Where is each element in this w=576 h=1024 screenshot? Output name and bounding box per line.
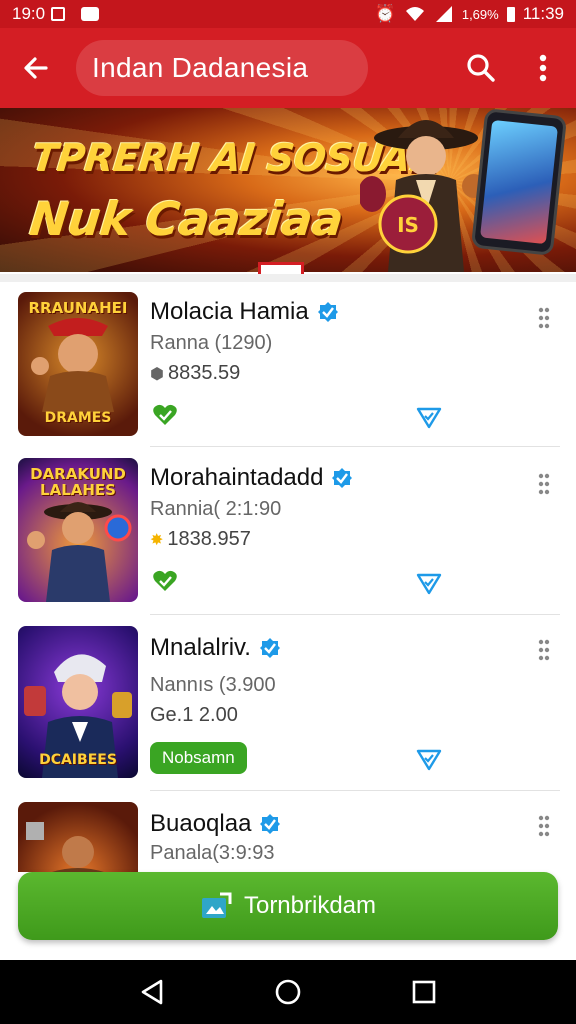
item-title: Buaoqlaa (150, 810, 252, 837)
item-title: Morahaintadadd (150, 464, 324, 491)
search-title-field[interactable]: Indan Dadanesia (76, 40, 368, 96)
item-subtitle: Rannia( 2:1:90 (150, 498, 282, 520)
protect-button[interactable] (414, 568, 444, 598)
app-notification-icon (81, 7, 100, 21)
more-vertical-icon (538, 639, 550, 661)
item-meta-value: 8835.59 (167, 362, 241, 384)
row-divider (150, 446, 560, 447)
status-bar: 19:0 ⏰ 1,69% 11:39 (0, 0, 576, 28)
item-meta-value: 1838.957 (167, 528, 251, 550)
more-vertical-icon (539, 54, 547, 82)
item-subtitle: Ranna (1290) (150, 332, 273, 354)
battery-percentage: 1,69% (461, 6, 499, 22)
system-navigation-bar (0, 960, 576, 1024)
item-meta-value: Ge.1 2.00 (150, 704, 238, 726)
cowboy-hero-illustration: IS (360, 120, 486, 272)
status-time-left: 19:0 (12, 4, 46, 23)
circle-home-icon (275, 979, 301, 1005)
thumbnail-title: DARAKUND LALAHES (30, 465, 126, 499)
more-vertical-icon (538, 815, 550, 837)
coin-icon: ✸ (150, 531, 164, 549)
item-subtitle: Nannıs (3.900 (150, 674, 276, 696)
item-title-row: Mnalalriv. (150, 634, 281, 662)
status-time-right: 11:39 (522, 4, 564, 23)
item-menu-button[interactable] (530, 468, 558, 500)
item-title-row: Molacia Hamia (150, 298, 339, 326)
banner-subheadline: Nuk Caaziaa (27, 192, 346, 246)
favorite-button[interactable] (150, 400, 180, 430)
row-divider (150, 614, 560, 615)
item-title-row: Buaoqlaa (150, 810, 281, 838)
game-thumbnail: DCAIBEES (18, 626, 138, 778)
thumbnail-title: RRAUNAHEI (28, 299, 128, 317)
thumbnail-subtitle: DCAIBEES (39, 752, 117, 768)
protect-button[interactable] (414, 402, 444, 432)
promo-banner[interactable]: TPRERH AI SOSUAN Nuk Caaziaa IS (0, 108, 576, 272)
verified-badge-icon (259, 638, 280, 658)
shield-icon (416, 749, 442, 771)
square-recents-icon (412, 980, 436, 1004)
protect-button[interactable] (414, 744, 444, 774)
search-icon (467, 54, 495, 82)
heart-check-icon (153, 404, 177, 425)
triangle-back-icon (141, 979, 163, 1005)
list-item[interactable]: DCAIBEES Mnalalriv. Nannıs (3.900 Ge.1 2… (0, 616, 576, 792)
game-thumbnail (18, 802, 138, 872)
item-menu-button[interactable] (530, 634, 558, 666)
status-chip[interactable]: Nobsamn (150, 742, 247, 774)
svg-text:IS: IS (397, 213, 419, 237)
alarm-icon: ⏰ (374, 4, 396, 23)
battery-icon (506, 6, 515, 22)
nav-recents-button[interactable] (394, 962, 454, 1022)
shield-icon (416, 407, 442, 429)
item-menu-button[interactable] (530, 810, 558, 842)
notification-icon (51, 7, 66, 21)
item-title-row: Morahaintadadd (150, 464, 353, 492)
shield-icon (416, 573, 442, 595)
heart-check-icon (153, 570, 177, 591)
primary-action-label: Tornbrikdam (243, 892, 377, 919)
back-button[interactable] (6, 38, 66, 98)
item-title: Mnalalriv. (150, 634, 251, 661)
download-image-icon (201, 892, 232, 918)
primary-action-button[interactable]: Tornbrikdam (18, 872, 558, 940)
item-meta: ⬢ 8835.59 (150, 362, 240, 385)
back-arrow-icon (24, 57, 48, 79)
section-divider (0, 274, 576, 282)
search-button[interactable] (456, 38, 506, 98)
more-vertical-icon (538, 473, 550, 495)
game-thumbnail: DARAKUND LALAHES (18, 458, 138, 602)
item-title: Molacia Hamia (150, 298, 309, 325)
nav-back-button[interactable] (122, 962, 182, 1022)
list-item[interactable]: RRAUNAHEI DRAMES Molacia Hamia Ranna (12… (0, 282, 576, 452)
tag-icon: ⬢ (150, 365, 164, 383)
banner-indicator (258, 262, 304, 274)
verified-badge-icon (332, 468, 353, 488)
overflow-menu-button[interactable] (520, 38, 566, 98)
favorite-button[interactable] (150, 566, 180, 596)
verified-badge-icon (260, 814, 281, 834)
page-title: Indan Dadanesia (92, 52, 309, 83)
row-divider (150, 790, 560, 791)
item-meta: ✸ 1838.957 (150, 528, 251, 551)
verified-badge-icon (317, 302, 338, 322)
thumbnail-subtitle: DRAMES (44, 410, 112, 426)
app-bar: Indan Dadanesia (0, 28, 576, 108)
item-subtitle: Panala(3:9:93 (150, 842, 275, 864)
nav-home-button[interactable] (258, 962, 318, 1022)
item-menu-button[interactable] (530, 302, 558, 334)
signal-icon (435, 6, 452, 22)
item-meta: Ge.1 2.00 (150, 704, 238, 727)
phone-illustration (470, 108, 568, 256)
game-thumbnail: RRAUNAHEI DRAMES (18, 292, 138, 436)
wifi-icon (405, 7, 424, 21)
list-item[interactable]: DARAKUND LALAHES Morahaintadadd Rannia( … (0, 448, 576, 618)
list-item[interactable]: Buaoqlaa Panala(3:9:93 (0, 792, 576, 872)
more-vertical-icon (538, 307, 550, 329)
